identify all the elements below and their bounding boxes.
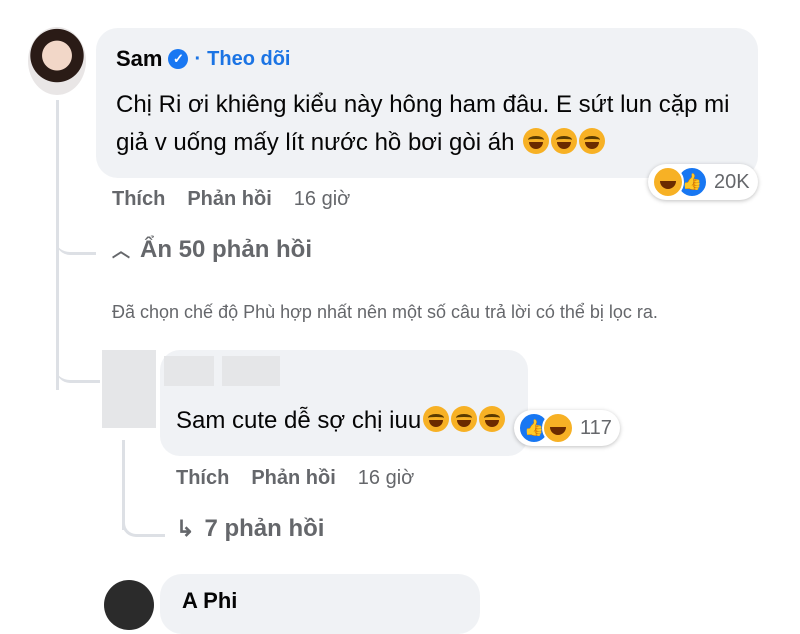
- thread-curve-to-reply: [56, 340, 100, 383]
- thread-curve-to-toggle: [56, 210, 96, 255]
- like-button[interactable]: Thích: [112, 188, 165, 211]
- separator-dot: ·: [194, 47, 202, 70]
- comment-bubble: Sam ✓ · Theo dõi Chị Ri ơi khiêng kiểu n…: [96, 28, 758, 178]
- filter-note: Đã chọn chế độ Phù hợp nhất nên một số c…: [112, 302, 658, 322]
- reply-author-name-redacted[interactable]: [164, 356, 214, 386]
- reply-avatar[interactable]: [102, 350, 156, 428]
- chevron-up-icon: ︿: [112, 241, 130, 261]
- comment-text: Chị Ri ơi khiêng kiểu này hông ham đâu. …: [116, 86, 756, 162]
- reply-timestamp[interactable]: 16 giờ: [358, 467, 414, 490]
- view-replies-toggle[interactable]: ↳ 7 phản hồi: [176, 515, 324, 543]
- reply-actions: Thích Phản hồi 16 giờ: [176, 467, 414, 490]
- laughing-tears-emoji-icon: [523, 128, 550, 154]
- haha-reaction-icon: [652, 166, 684, 198]
- view-replies-label: 7 phản hồi: [204, 515, 325, 542]
- laughing-tears-emoji-icon: [551, 128, 578, 154]
- reply-reaction-count: 117: [580, 416, 612, 439]
- comment-text-line-1: Chị Ri ơi khiêng kiểu này hông ham đâu. …: [116, 91, 730, 118]
- reply-text: Sam cute dễ sợ chị iuu: [176, 406, 506, 435]
- verified-badge-icon: ✓: [168, 49, 189, 69]
- comment-header: Sam ✓ · Theo dõi: [116, 46, 290, 72]
- reply-bubble: Sam cute dễ sợ chị iuu: [160, 350, 528, 456]
- follow-button[interactable]: Theo dõi: [207, 48, 290, 71]
- comment-reactions[interactable]: 👍 20K: [648, 164, 758, 200]
- laughing-tears-emoji-icon: [579, 128, 606, 154]
- reply-button[interactable]: Phản hồi: [187, 188, 271, 211]
- comment-actions: Thích Phản hồi 16 giờ: [112, 188, 350, 211]
- reply-author-name-redacted[interactable]: [222, 356, 280, 386]
- thread-curve-to-view-replies: [122, 500, 165, 537]
- reply-text-content: Sam cute dễ sợ chị iuu: [176, 407, 422, 434]
- haha-reaction-icon: [542, 412, 574, 444]
- avatar[interactable]: [28, 27, 86, 95]
- reply-like-button[interactable]: Thích: [176, 467, 229, 490]
- author-name[interactable]: Sam: [116, 46, 162, 72]
- comment-text-line-2: giả v uống mấy lít nước hồ bơi gòi áh: [116, 124, 756, 162]
- next-comment-bubble: A Phi: [160, 574, 480, 634]
- reply-reply-button[interactable]: Phản hồi: [251, 467, 335, 490]
- hide-replies-label: Ẩn 50 phản hồi: [140, 236, 313, 263]
- laughing-tears-emoji-icon: [423, 406, 450, 432]
- timestamp[interactable]: 16 giờ: [294, 188, 350, 211]
- hide-replies-toggle[interactable]: ︿ Ẩn 50 phản hồi: [112, 236, 312, 264]
- next-comment-author[interactable]: A Phi: [182, 588, 237, 614]
- laughing-tears-emoji-icon: [451, 406, 478, 432]
- reaction-count: 20K: [714, 170, 750, 193]
- reply-arrow-icon: ↳: [176, 516, 195, 541]
- reply-reactions[interactable]: 👍 117: [514, 410, 620, 446]
- next-comment-avatar[interactable]: [104, 580, 154, 630]
- laughing-tears-emoji-icon: [479, 406, 506, 432]
